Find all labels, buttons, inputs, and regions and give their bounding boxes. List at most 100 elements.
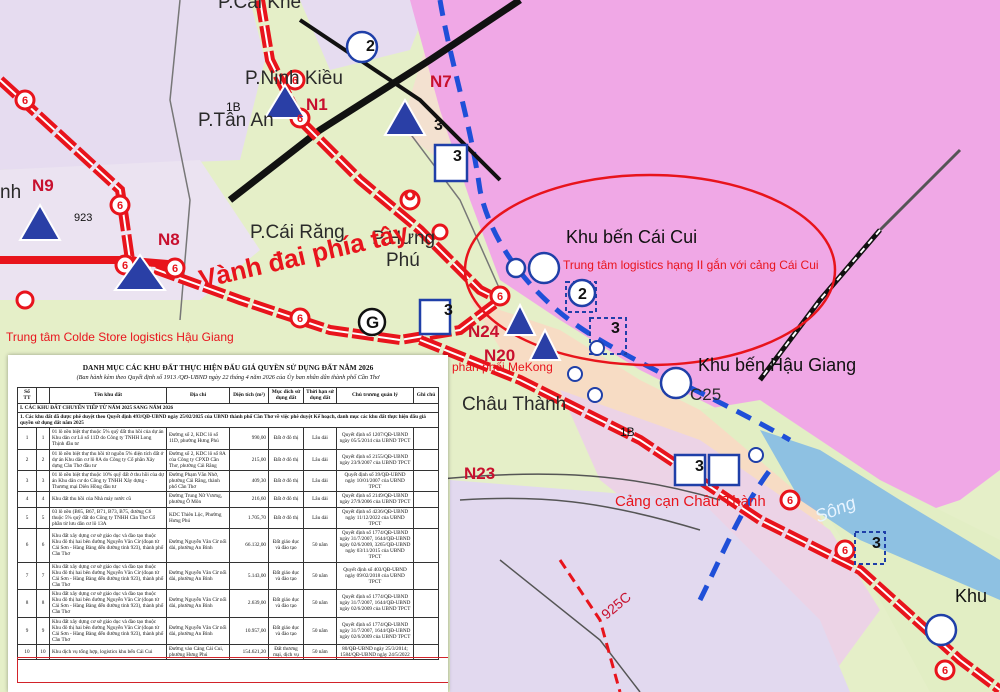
label-road-1b-2: 1B	[226, 100, 241, 114]
node-c25: C25	[690, 385, 722, 404]
table-header-row: Số TT Tên khu đất Địa chỉ Diện tích (m²)…	[17, 387, 439, 404]
cell-stt: 8	[17, 589, 37, 618]
col-address: Địa chỉ	[166, 387, 230, 404]
cell-note	[413, 427, 439, 450]
highway-shield-number: 6	[117, 200, 123, 212]
cell-area: 409,30	[229, 469, 269, 493]
table-row: 2 2 01 lô nền biệt thự thu hồi từ nguồn 5%…	[17, 448, 439, 471]
section-title: I. CÁC KHU ĐẤT CHUYỂN TIẾP TỪ NĂM 2025 S…	[17, 402, 439, 413]
cell-policy: Quyết định số 1207/QĐ-UBND ngày 05/5/201…	[336, 427, 414, 450]
cell-purpose: Đất ở đô thị	[268, 448, 304, 471]
highlight-row-box	[17, 657, 448, 683]
cell-policy: Quyết định số 4236/QĐ-UBND ngày 11/12/20…	[336, 506, 414, 529]
cell-name: Khu đất xây dựng cơ sở giáo dục và đào t…	[49, 589, 167, 618]
cell-name: Khu đất xây dựng cơ sở giáo dục và đào t…	[49, 527, 167, 563]
table-row: 1 1 01 lô nền biệt thự thuộc 5% quỹ đất th…	[17, 427, 439, 450]
table-row: 8 8 Khu đất xây dựng cơ sở giáo dục và đào…	[17, 589, 439, 618]
cell-stt2: 3	[36, 469, 50, 493]
node-n24: N24	[468, 322, 500, 341]
cell-purpose: Đất giáo dục và đào tạo	[268, 616, 304, 645]
table-row: 4 4 Khu đất thu hồi của Nhà máy nước cũ Đườ…	[17, 491, 439, 508]
label-hung-phu-2: Phú	[386, 250, 420, 271]
table-row: 7 7 Khu đất xây dựng cơ sở giáo dục và đào…	[17, 561, 439, 590]
document-subtitle: (Ban hành kèm theo Quyết định số 1913 /Q…	[76, 374, 380, 381]
table-row: 6 6 Khu đất xây dựng cơ sở giáo dục và đào…	[17, 527, 439, 563]
cell-purpose: Đất giáo dục và đào tạo	[268, 527, 304, 563]
highway-shield-number: 6	[842, 545, 848, 557]
cell-name: Khu đất xây dựng cơ sở giáo dục và đào t…	[49, 561, 167, 590]
node-n23: N23	[464, 464, 496, 483]
label-logistics-hub: Trung tâm logistics hạng II gắn với cảng…	[563, 258, 819, 272]
cell-policy: Quyết định số 2155/QĐ-UBND ngày 23/9/200…	[336, 448, 414, 471]
cell-stt2: 5	[36, 506, 50, 529]
cell-stt: 1	[17, 427, 37, 450]
label-mekong: phân phối MeKong	[452, 360, 553, 374]
cell-policy: Quyết định số 2149/QĐ-UBND ngày 27/9/200…	[336, 491, 414, 508]
marker-3e: 3	[695, 458, 704, 475]
label-dry-port: Cảng cạn Châu Thành	[615, 493, 766, 510]
marker-3b: 3	[434, 117, 443, 134]
cell-stt: 3	[17, 469, 37, 493]
cell-purpose: Đất ở đô thị	[268, 427, 304, 450]
cell-stt: 7	[17, 561, 37, 590]
cell-term: Lâu dài	[303, 506, 337, 529]
node-n9: N9	[32, 176, 54, 195]
cell-address: Đường Nguyễn Văn Cừ nối dài, phường An B…	[166, 616, 230, 645]
cell-area: 5.143,00	[229, 561, 269, 590]
label-cai-khe: P.Cái Khế	[218, 0, 302, 13]
cell-term: 50 năm	[303, 527, 337, 563]
cell-address: Đường số 2, KDC lô số 8A của Công ty CPX…	[166, 448, 230, 471]
subsection-row: 1. Các khu đất đã được phê duyệt theo Qu…	[17, 411, 439, 429]
node-n8: N8	[158, 230, 180, 249]
label-nh: nh	[0, 182, 22, 203]
map-view[interactable]: 66666666666 P.Cái Khế P.Ninh Kiều P.Tân …	[0, 0, 1000, 692]
cell-note	[413, 527, 439, 563]
cell-stt: 6	[17, 527, 37, 563]
label-road-1b: 1B	[620, 425, 635, 439]
cell-address: Đường Phạm Văn Nhờ, phường Cái Răng, thà…	[166, 469, 230, 493]
col-policy: Chủ trương quản lý	[336, 387, 414, 404]
cell-policy: Quyết định số 1774/QĐ-UBND ngày 31/7/200…	[336, 589, 414, 618]
marker-3f: 3	[872, 535, 881, 552]
cell-name: 01 lô nền biệt thự thu hồi từ nguồn 5% d…	[49, 448, 167, 471]
interchange-g: G	[366, 313, 380, 332]
label-ninh-kieu: P.Ninh Kiều	[245, 68, 343, 89]
section-row: I. CÁC KHU ĐẤT CHUYỂN TIẾP TỪ NĂM 2025 S…	[17, 402, 439, 413]
cell-term: 50 năm	[303, 589, 337, 618]
cell-term: Lâu dài	[303, 427, 337, 450]
marker-3a: 3	[453, 148, 462, 165]
cell-area: 2.639,00	[229, 589, 269, 618]
cell-purpose: Đất giáo dục và đào tạo	[268, 589, 304, 618]
table-row: 5 5 03 lô nền (B65, B67, B71, B73, B75, đư…	[17, 506, 439, 529]
cell-note	[413, 491, 439, 508]
cell-term: Lâu dài	[303, 491, 337, 508]
cell-stt2: 6	[36, 527, 50, 563]
cell-area: 215,00	[229, 448, 269, 471]
label-khu-ben-hau-giang: Khu bến Hậu Giang	[698, 355, 857, 375]
label-road-923: 923	[74, 212, 93, 224]
highway-shield-number: 6	[172, 263, 178, 275]
marker-3c: 3	[444, 302, 453, 319]
cell-note	[413, 469, 439, 493]
col-stt2	[36, 387, 50, 404]
land-table: Số TT Tên khu đất Địa chỉ Diện tích (m²)…	[17, 387, 439, 661]
cell-address: KDC Thiên Lộc, Phường Hưng Phú	[166, 506, 230, 529]
table-row: 3 3 01 lô nền biệt thự thuộc 10% quỹ đất ở…	[17, 469, 439, 493]
cell-purpose: Đất ở đô thị	[268, 491, 304, 508]
cell-stt: 4	[17, 491, 37, 508]
cell-stt: 9	[17, 616, 37, 645]
col-purpose: Mục đích sử dụng đất	[268, 387, 304, 404]
cell-policy: Quyết định số 1774/QĐ-UBND ngày 31/7/200…	[336, 616, 414, 645]
table-row: 9 9 Khu đất xây dựng cơ sở giáo dục và đào…	[17, 616, 439, 645]
col-stt: Số TT	[17, 387, 37, 404]
highway-shield-number: 6	[122, 260, 128, 272]
marker-3d: 3	[611, 320, 620, 337]
cell-note	[413, 448, 439, 471]
col-term: Thời hạn sử dụng đất	[303, 387, 337, 404]
cell-area: 1.705,70	[229, 506, 269, 529]
cell-stt: 2	[17, 448, 37, 471]
cell-note	[413, 506, 439, 529]
cell-stt2: 7	[36, 561, 50, 590]
cell-stt: 5	[17, 506, 37, 529]
cell-term: Lâu dài	[303, 448, 337, 471]
